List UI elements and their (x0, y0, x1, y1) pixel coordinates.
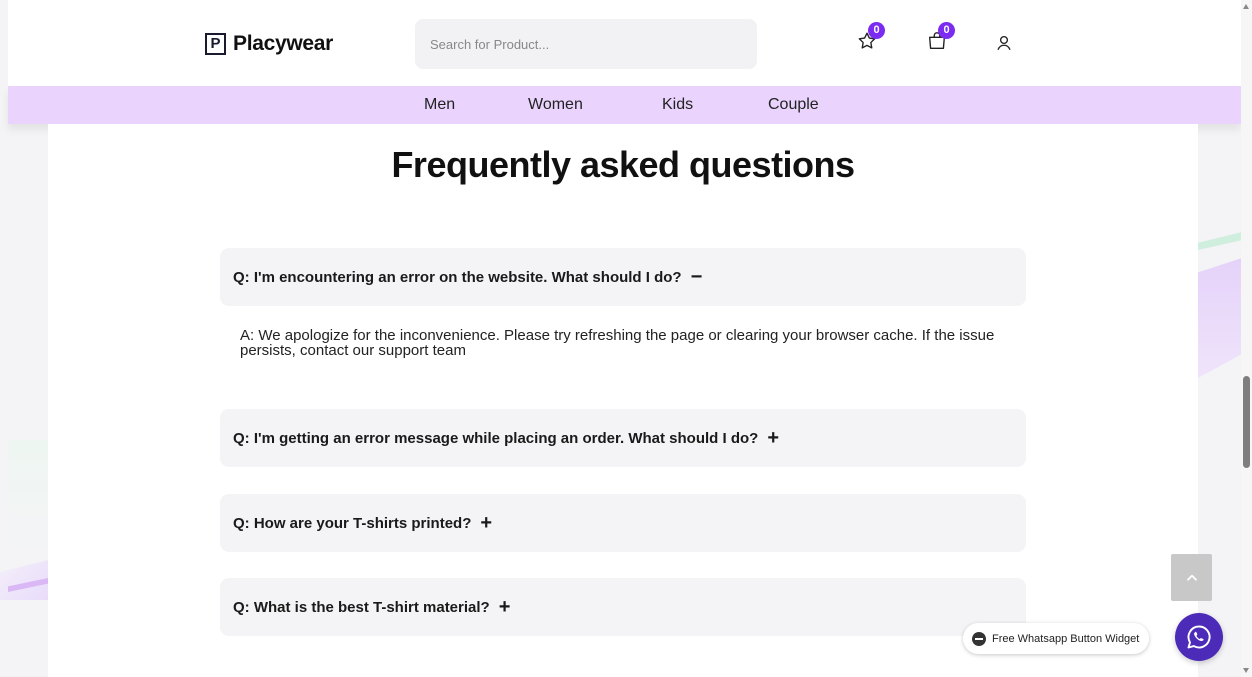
nav-item-men[interactable]: Men (424, 96, 455, 114)
plus-icon: + (767, 426, 779, 449)
scroll-down-arrow-icon[interactable] (1243, 668, 1249, 673)
site-logo[interactable]: P Placywear (205, 32, 333, 56)
wishlist-count-badge: 0 (868, 22, 885, 39)
nav-item-women[interactable]: Women (528, 96, 583, 114)
whatsapp-widget-text: Free Whatsapp Button Widget (992, 632, 1140, 645)
faq-question[interactable]: Q: I'm encountering an error on the webs… (220, 248, 1026, 306)
main-nav: Men Women Kids Couple (8, 86, 1241, 124)
background-decoration (1198, 232, 1242, 250)
chevron-up-icon (1186, 574, 1197, 581)
background-decoration (8, 578, 48, 592)
background-decoration (0, 560, 48, 600)
minus-icon: − (690, 265, 703, 288)
whatsapp-icon (1187, 625, 1211, 649)
cart-button[interactable]: 0 (926, 22, 955, 54)
whatsapp-button[interactable] (1175, 613, 1223, 661)
faq-question[interactable]: Q: What is the best T-shirt material? + (220, 578, 1026, 636)
page-title: Frequently asked questions (391, 144, 855, 185)
whatsapp-widget-label[interactable]: Free Whatsapp Button Widget (963, 623, 1150, 654)
page-scrollbar[interactable] (1241, 0, 1252, 677)
faq-question-text: Q: What is the best T-shirt material? (233, 598, 490, 616)
account-button[interactable] (995, 34, 1019, 58)
faq-question-text: Q: I'm encountering an error on the webs… (233, 268, 682, 286)
scroll-to-top-button[interactable] (1171, 554, 1212, 601)
logo-mark: P (205, 33, 226, 55)
nav-item-kids[interactable]: Kids (662, 96, 693, 114)
faq-question[interactable]: Q: How are your T-shirts printed? + (220, 494, 1026, 552)
faq-question-text: Q: I'm getting an error message while pl… (233, 429, 759, 447)
faq-question[interactable]: Q: I'm getting an error message while pl… (220, 409, 1026, 467)
wishlist-button[interactable]: 0 (856, 22, 885, 54)
background-decoration (1198, 258, 1242, 378)
faq-answer: A: We apologize for the inconvenience. P… (240, 327, 995, 359)
nav-item-couple[interactable]: Couple (768, 96, 819, 114)
plus-icon: + (480, 511, 493, 534)
scroll-up-arrow-icon[interactable] (1243, 4, 1249, 9)
user-icon (997, 35, 1011, 51)
faq-question-text: Q: How are your T-shirts printed? (233, 514, 472, 532)
search-input[interactable] (415, 19, 757, 69)
logo-text: Placywear (233, 32, 334, 55)
plus-icon: + (498, 595, 511, 618)
cart-count-badge: 0 (938, 22, 955, 39)
site-header: P Placywear 0 0 (8, 0, 1241, 86)
widget-logo-icon (972, 631, 986, 646)
background-decoration (8, 440, 48, 560)
scrollbar-thumb[interactable] (1243, 376, 1250, 468)
faq-section: Frequently asked questions Q: I'm encoun… (48, 124, 1198, 677)
